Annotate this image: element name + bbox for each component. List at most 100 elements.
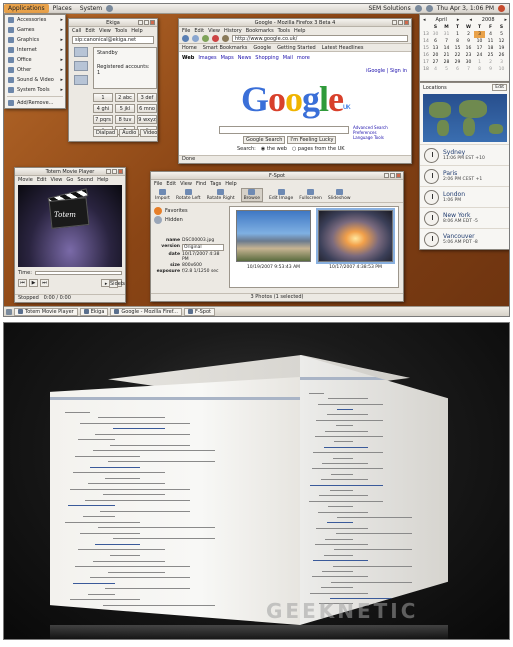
menu-sound[interactable]: Sound <box>77 177 93 183</box>
key-6[interactable]: 6 mno <box>137 104 157 113</box>
photo-version-select[interactable]: Original <box>182 244 224 251</box>
panel-clock[interactable]: Thu Apr 3, 1:06 PM <box>437 5 494 12</box>
show-desktop-icon[interactable] <box>6 308 12 315</box>
menu-item-office[interactable]: Office ▸ <box>5 55 65 65</box>
menu-view[interactable]: View <box>180 181 192 187</box>
fspot-titlebar[interactable]: F-Spot <box>151 172 403 180</box>
task-fspot[interactable]: F-Spot <box>183 307 215 316</box>
menu-help[interactable]: Help <box>294 28 305 34</box>
calendar-day[interactable]: 25 <box>485 52 496 59</box>
city-row[interactable]: Vancouver 5:06 AM PDT -8 <box>420 228 509 249</box>
fullscreen-button[interactable]: Fullscreen <box>299 188 322 201</box>
menu-item-games[interactable]: Games ▸ <box>5 25 65 35</box>
hangup-icon[interactable] <box>74 75 88 85</box>
city-row[interactable]: Paris 2:06 PM CEST +1 <box>420 165 509 186</box>
calendar-day[interactable]: 28 <box>441 59 452 66</box>
link-mail[interactable]: Mail <box>283 55 293 61</box>
menu-find[interactable]: Find <box>196 181 206 187</box>
slideshow-button[interactable]: Slideshow <box>328 188 351 201</box>
menu-tags[interactable]: Tags <box>210 181 221 187</box>
maximize-icon[interactable] <box>144 20 149 25</box>
rotate-left-button[interactable]: Rotate Left <box>176 188 201 201</box>
calendar-day[interactable]: 15 <box>452 45 463 52</box>
calendar-day[interactable]: 3 <box>474 31 485 38</box>
close-icon[interactable] <box>404 20 409 25</box>
menu-bookmarks[interactable]: Bookmarks <box>246 28 274 34</box>
bookmark-getting-started[interactable]: Getting Started <box>277 45 316 51</box>
ekiga-titlebar[interactable]: Ekiga <box>69 19 157 27</box>
link-maps[interactable]: Maps <box>221 55 234 61</box>
minimize-icon[interactable] <box>106 169 111 174</box>
calendar-day[interactable]: 20 <box>430 52 441 59</box>
volume-icon[interactable] <box>425 5 433 12</box>
call-icon[interactable] <box>74 61 88 71</box>
feeling-lucky-button[interactable]: I'm Feeling Lucky <box>287 136 337 144</box>
minimize-icon[interactable] <box>138 20 143 25</box>
browse-button[interactable]: Browse <box>240 187 263 202</box>
next-year-icon[interactable]: ▸ <box>504 17 507 23</box>
tab-audio[interactable]: Audio <box>119 129 140 137</box>
city-row[interactable]: London 1:06 PM <box>420 186 509 207</box>
close-icon[interactable] <box>150 20 155 25</box>
menu-call[interactable]: Call <box>72 28 81 34</box>
menu-item-accessories[interactable]: Accessories ▸ <box>5 15 65 25</box>
google-search-input[interactable] <box>219 126 349 134</box>
firefox-launcher-icon[interactable] <box>106 5 114 12</box>
key-8[interactable]: 8 tuv <box>115 115 135 124</box>
task-ekiga[interactable]: Ekiga <box>79 307 109 316</box>
calendar-day[interactable]: 9 <box>485 66 496 73</box>
firefox-titlebar[interactable]: Google - Mozilla Firefox 3 Beta 4 <box>179 19 411 27</box>
menu-item-other[interactable]: Other ▸ <box>5 65 65 75</box>
shutdown-icon[interactable] <box>498 5 505 12</box>
menu-view[interactable]: View <box>208 28 220 34</box>
maximize-icon[interactable] <box>390 173 395 178</box>
calendar-day[interactable]: 2 <box>485 59 496 66</box>
close-icon[interactable] <box>118 169 123 174</box>
calendar-day[interactable]: 6 <box>430 38 441 45</box>
calendar-day[interactable]: 5 <box>496 31 507 38</box>
system-menu[interactable]: System <box>76 4 106 13</box>
tab-video[interactable]: Video <box>140 129 157 137</box>
menu-help[interactable]: Help <box>131 28 142 34</box>
menu-view[interactable]: View <box>99 28 111 34</box>
link-more[interactable]: more <box>297 55 310 61</box>
calendar-day[interactable]: 5 <box>441 66 452 73</box>
menu-tools[interactable]: Tools <box>278 28 290 34</box>
video-area[interactable]: Totem <box>18 185 122 267</box>
places-menu[interactable]: Places <box>49 4 76 13</box>
calendar-day[interactable]: 7 <box>463 66 474 73</box>
home-icon[interactable] <box>222 35 229 42</box>
menu-tools[interactable]: Tools <box>115 28 127 34</box>
menu-go[interactable]: Go <box>66 177 73 183</box>
next-icon[interactable]: ⏭ <box>40 279 49 287</box>
tag-favorites[interactable]: Favorites <box>154 206 226 215</box>
sip-address-input[interactable]: sip:canonical@ekiga.net <box>72 36 154 44</box>
network-icon[interactable] <box>414 5 422 12</box>
user-name[interactable]: SEM Solutions <box>368 5 410 12</box>
menu-file[interactable]: File <box>182 28 190 34</box>
calendar-day[interactable]: 21 <box>441 52 452 59</box>
calendar-day[interactable]: 23 <box>463 52 474 59</box>
stop-icon[interactable] <box>212 35 219 42</box>
key-3[interactable]: 3 def <box>137 93 157 102</box>
calendar-day[interactable]: 2 <box>463 31 474 38</box>
link-news[interactable]: News <box>238 55 252 61</box>
calendar-day[interactable]: 22 <box>452 52 463 59</box>
calendar-day[interactable]: 12 <box>496 38 507 45</box>
totem-titlebar[interactable]: Totem Movie Player <box>15 168 125 176</box>
calendar-day[interactable]: 11 <box>485 38 496 45</box>
link-images[interactable]: Images <box>198 55 216 61</box>
menu-item-graphics[interactable]: Graphics ▸ <box>5 35 65 45</box>
photo-thumbnail[interactable] <box>236 210 311 262</box>
calendar-day[interactable]: 19 <box>496 45 507 52</box>
next-month-icon[interactable]: ▸ <box>457 17 460 23</box>
city-row[interactable]: Sydney 11:06 PM EST +10 <box>420 144 509 165</box>
back-icon[interactable] <box>182 35 189 42</box>
calendar-day[interactable]: 18 <box>485 45 496 52</box>
calendar-day[interactable]: 14 <box>441 45 452 52</box>
tag-hidden[interactable]: Hidden <box>154 215 226 224</box>
menu-item-add-remove[interactable]: Add/Remove... <box>5 98 65 108</box>
task-totem[interactable]: Totem Movie Player <box>14 307 78 316</box>
edit-locations-button[interactable]: Edit <box>492 84 507 91</box>
calendar-day[interactable]: 8 <box>452 38 463 45</box>
